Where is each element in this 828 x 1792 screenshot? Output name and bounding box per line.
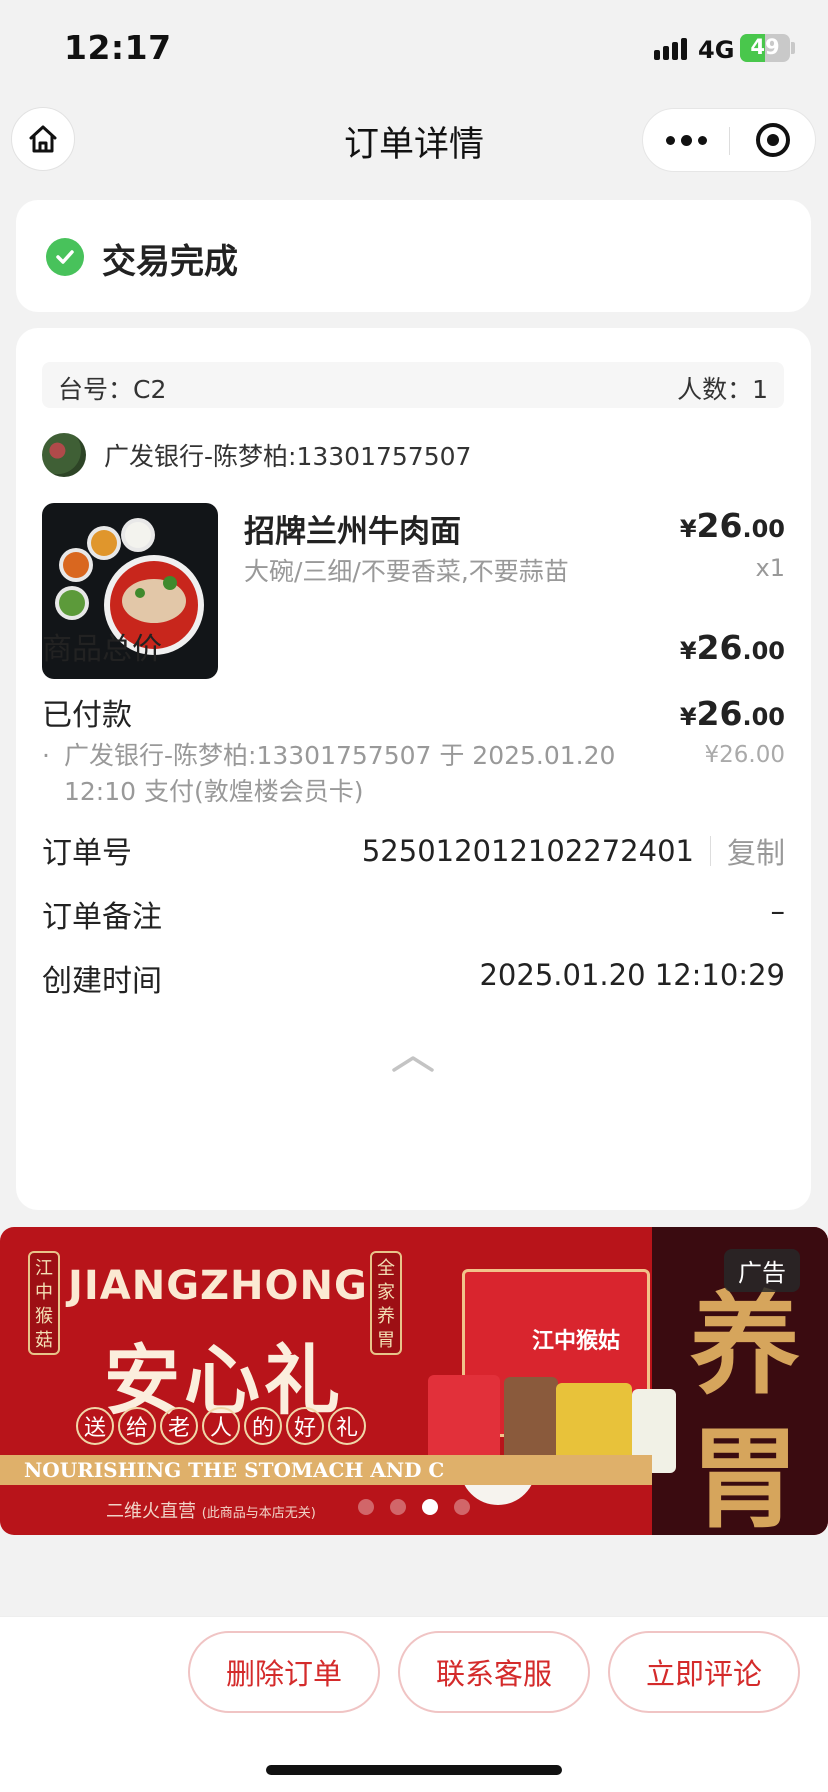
ad-subtitle-char: 给 xyxy=(118,1407,156,1445)
ad-subtitle-char: 礼 xyxy=(328,1407,366,1445)
ad-subtitle: 送 给 老 人 的 好 礼 xyxy=(76,1407,366,1445)
payer-row: 广发银行-陈梦柏:13301757507 xyxy=(42,432,471,478)
review-button[interactable]: 立即评论 xyxy=(608,1631,800,1713)
currency-symbol: ¥ xyxy=(679,703,697,731)
delete-order-button[interactable]: 删除订单 xyxy=(188,1631,380,1713)
target-close-icon xyxy=(756,123,790,157)
price-decimal: .00 xyxy=(742,703,785,731)
currency-symbol: ¥ xyxy=(679,637,697,665)
status-bar: 12:17 4G 49 xyxy=(0,0,828,100)
order-detail-card: 台号：C2 人数：1 广发银行-陈梦柏:13301757507 招牌兰州牛肉面 … xyxy=(16,328,811,1210)
ad-box-label: 江中猴姑 xyxy=(532,1328,621,1354)
ad-disclaimer-text: 二维火直营 xyxy=(106,1501,196,1522)
avatar xyxy=(42,433,86,477)
carousel-dot[interactable] xyxy=(390,1499,406,1515)
product-price: ¥26.00 xyxy=(680,506,785,545)
order-number: 525012012102272401 xyxy=(361,834,694,868)
network-type: 4G xyxy=(698,36,735,64)
carousel-dot[interactable] xyxy=(358,1499,374,1515)
battery-tip xyxy=(791,42,795,54)
order-number-row: 525012012102272401 复制 xyxy=(362,830,785,872)
remark-label: 订单备注 xyxy=(42,900,162,935)
people-count: 人数：1 xyxy=(677,375,768,404)
paid-label: 已付款 xyxy=(42,698,132,733)
chevron-up-icon[interactable] xyxy=(390,1052,436,1074)
ad-vertical-left: 江中猴菇 xyxy=(28,1251,60,1355)
payer-name: 广发银行-陈梦柏:13301757507 xyxy=(104,442,472,471)
mini-program-capsule xyxy=(642,108,816,172)
price-decimal: .00 xyxy=(742,637,785,665)
battery-percent: 49 xyxy=(750,35,780,59)
price-integer: 26 xyxy=(696,694,743,733)
paid-amount: ¥26.00 xyxy=(680,694,785,733)
ad-vertical-right: 全家养胃 xyxy=(370,1251,402,1355)
payment-note-amount: ¥26.00 xyxy=(704,742,785,768)
bullet: · xyxy=(42,741,50,770)
battery-icon: 49 xyxy=(740,34,790,62)
currency-symbol: ¥ xyxy=(679,515,697,543)
created-time-label: 创建时间 xyxy=(42,964,162,999)
total-label: 商品总价 xyxy=(42,632,162,667)
price-integer: 26 xyxy=(696,506,743,545)
table-info-bar: 台号：C2 人数：1 xyxy=(42,362,784,408)
payment-note-text: 广发银行-陈梦柏:13301757507 于 2025.01.20 12:10 … xyxy=(64,741,616,806)
close-mini-program-button[interactable] xyxy=(730,109,816,171)
price-decimal: .00 xyxy=(742,515,785,543)
price-integer: 26 xyxy=(696,628,743,667)
check-circle-icon xyxy=(46,238,84,276)
ad-subtitle-char: 送 xyxy=(76,1407,114,1445)
bottom-action-bar: 删除订单 联系客服 立即评论 xyxy=(0,1616,828,1792)
product-name: 招牌兰州牛肉面 xyxy=(244,514,461,550)
copy-button[interactable]: 复制 xyxy=(727,830,785,872)
remark-value: – xyxy=(770,894,786,928)
ad-strip: NOURISHING THE STOMACH AND C xyxy=(0,1455,652,1485)
home-indicator xyxy=(266,1765,562,1775)
order-number-label: 订单号 xyxy=(42,836,132,871)
signal-icon xyxy=(654,38,687,60)
divider xyxy=(709,836,711,866)
carousel-dot-active[interactable] xyxy=(422,1499,438,1515)
order-status-text: 交易完成 xyxy=(102,242,238,282)
ad-subtitle-char: 好 xyxy=(286,1407,324,1445)
table-number: 台号：C2 xyxy=(58,375,167,404)
carousel-dots xyxy=(358,1499,470,1515)
ad-subtitle-char: 的 xyxy=(244,1407,282,1445)
total-price: ¥26.00 xyxy=(680,628,785,667)
contact-service-button[interactable]: 联系客服 xyxy=(398,1631,590,1713)
ad-disclaimer-small: (此商品与本店无关) xyxy=(201,1506,316,1521)
status-time: 12:17 xyxy=(64,28,172,67)
ad-brand: JIANGZHONG xyxy=(68,1263,368,1309)
created-time-value: 2025.01.20 12:10:29 xyxy=(479,958,785,992)
product-spec: 大碗/三细/不要香菜,不要蒜苗 xyxy=(244,557,569,586)
ad-subtitle-char: 人 xyxy=(202,1407,240,1445)
product-quantity: x1 xyxy=(755,554,785,582)
carousel-dot[interactable] xyxy=(454,1499,470,1515)
payment-note: · 广发银行-陈梦柏:13301757507 于 2025.01.20 12:1… xyxy=(42,738,622,810)
ad-tag: 广告 xyxy=(724,1249,800,1292)
ad-banner[interactable]: 养 胃 江中猴姑 江中猴菇 全家养胃 JIANGZHONG 安心礼 送 给 老 … xyxy=(0,1227,828,1535)
ad-big-char-2: 胃 xyxy=(690,1414,800,1535)
order-status-card: 交易完成 xyxy=(16,200,811,312)
ad-subtitle-char: 老 xyxy=(160,1407,198,1445)
ad-disclaimer: 二维火直营 (此商品与本店无关) xyxy=(106,1497,316,1523)
more-dots-icon[interactable] xyxy=(643,109,729,171)
